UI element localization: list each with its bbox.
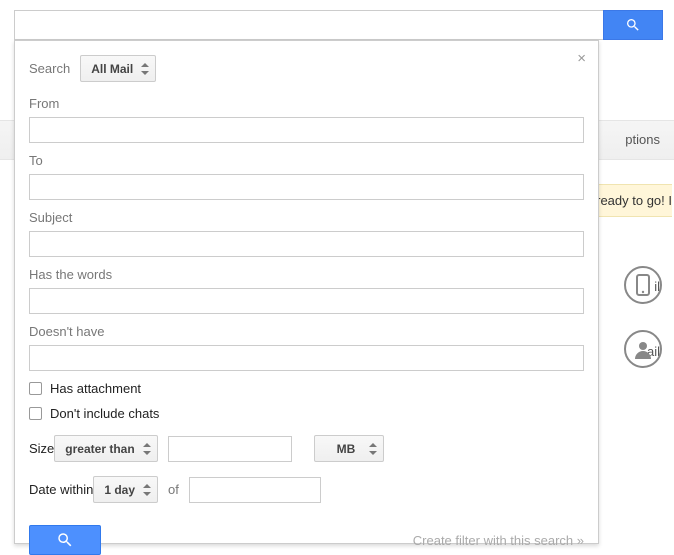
size-operator-value: greater than bbox=[65, 442, 134, 456]
date-within-select[interactable]: 1 day bbox=[93, 476, 158, 503]
has-words-field[interactable] bbox=[29, 288, 584, 314]
subject-label: Subject bbox=[29, 210, 584, 225]
search-icon bbox=[625, 17, 641, 33]
chevron-updown-icon bbox=[143, 484, 151, 496]
close-icon[interactable]: × bbox=[577, 51, 586, 66]
phone-icon[interactable] bbox=[624, 266, 662, 304]
doesnt-have-label: Doesn't have bbox=[29, 324, 584, 339]
has-attachment-label: Has attachment bbox=[50, 381, 141, 396]
has-words-label: Has the words bbox=[29, 267, 584, 282]
bg-options-text: ptions bbox=[625, 132, 660, 147]
from-field[interactable] bbox=[29, 117, 584, 143]
subject-field[interactable] bbox=[29, 231, 584, 257]
chevron-updown-icon bbox=[369, 443, 377, 455]
advanced-search-button[interactable] bbox=[29, 525, 101, 555]
to-label: To bbox=[29, 153, 584, 168]
size-unit-select[interactable]: MB bbox=[314, 435, 385, 462]
search-scope-select[interactable]: All Mail bbox=[80, 55, 156, 82]
from-label: From bbox=[29, 96, 584, 111]
size-label: Size bbox=[29, 441, 54, 456]
date-within-label: Date within bbox=[29, 482, 93, 497]
date-within-value: 1 day bbox=[104, 483, 135, 497]
chevron-updown-icon bbox=[141, 63, 149, 75]
chevron-updown-icon bbox=[143, 443, 151, 455]
has-attachment-checkbox[interactable] bbox=[29, 382, 42, 395]
to-field[interactable] bbox=[29, 174, 584, 200]
doesnt-have-field[interactable] bbox=[29, 345, 584, 371]
dont-include-chats-label: Don't include chats bbox=[50, 406, 159, 421]
search-button[interactable] bbox=[603, 10, 663, 40]
dont-include-chats-checkbox[interactable] bbox=[29, 407, 42, 420]
size-operator-select[interactable]: greater than bbox=[54, 435, 157, 462]
search-scope-label: Search bbox=[29, 61, 70, 76]
advanced-search-panel: × Search All Mail From To Subject Has th… bbox=[14, 40, 599, 544]
search-scope-value: All Mail bbox=[91, 62, 133, 76]
top-search-bar bbox=[14, 10, 663, 40]
person-icon[interactable] bbox=[624, 330, 662, 368]
search-input[interactable] bbox=[14, 10, 603, 40]
of-label: of bbox=[168, 482, 179, 497]
search-icon bbox=[56, 531, 74, 549]
date-field[interactable] bbox=[189, 477, 321, 503]
size-unit-value: MB bbox=[337, 442, 356, 456]
size-value-field[interactable] bbox=[168, 436, 292, 462]
create-filter-link[interactable]: Create filter with this search » bbox=[413, 533, 584, 548]
